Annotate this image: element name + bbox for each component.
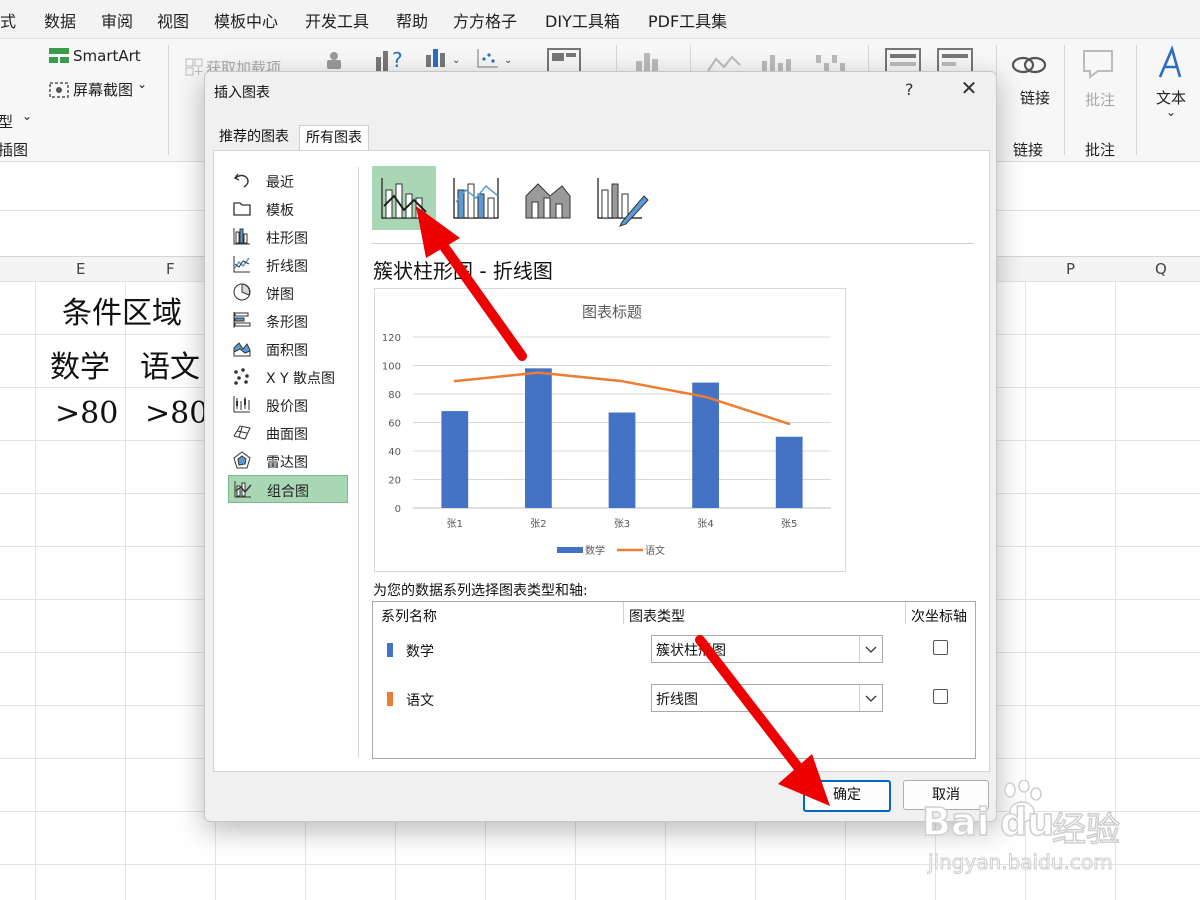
annotation-arrows (416, 206, 830, 806)
watermark-url: jingyan.baidu.com (928, 850, 1114, 875)
watermark-brand: Bai (921, 799, 990, 845)
watermark-brand-du: du (999, 799, 1055, 845)
red-arrow-up (416, 206, 527, 361)
red-arrow-down (695, 635, 830, 806)
watermark-jingyan: 经验 (1051, 809, 1121, 851)
